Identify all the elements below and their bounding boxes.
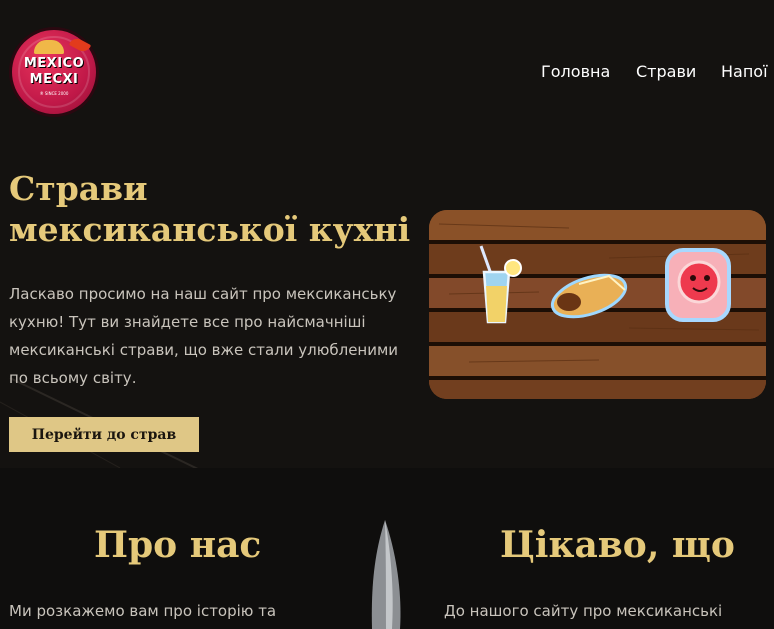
page-title: Страви мексиканської кухні <box>9 169 411 249</box>
interesting-heading: Цікаво, що <box>500 524 735 566</box>
about-text: Ми розкажемо вам про історію та <box>9 602 277 620</box>
taco-icon <box>34 40 64 54</box>
nav-item-dishes[interactable]: Страви <box>636 62 696 81</box>
nav-item-drinks[interactable]: Напої <box>721 62 768 81</box>
hero-section: MEXICO MECXI ® SINCE 2000 Головна Страви… <box>0 0 774 468</box>
interesting-text: До нашого сайту про мексиканські <box>444 602 723 620</box>
grapefruit-drink-icon <box>665 248 731 322</box>
hero-description: Ласкаво просимо на наш сайт про мексикан… <box>9 285 399 387</box>
about-heading: Про нас <box>94 524 262 566</box>
nav-item-home[interactable]: Головна <box>541 62 610 81</box>
go-to-dishes-button[interactable]: Перейти до страв <box>9 417 199 452</box>
hero-illustration <box>429 210 766 399</box>
about-section: Про нас Ми розкажемо вам про історію та … <box>0 468 774 629</box>
logo-tagline: ® SINCE 2000 <box>39 91 69 96</box>
main-nav: Головна Страви Напої <box>0 62 774 84</box>
